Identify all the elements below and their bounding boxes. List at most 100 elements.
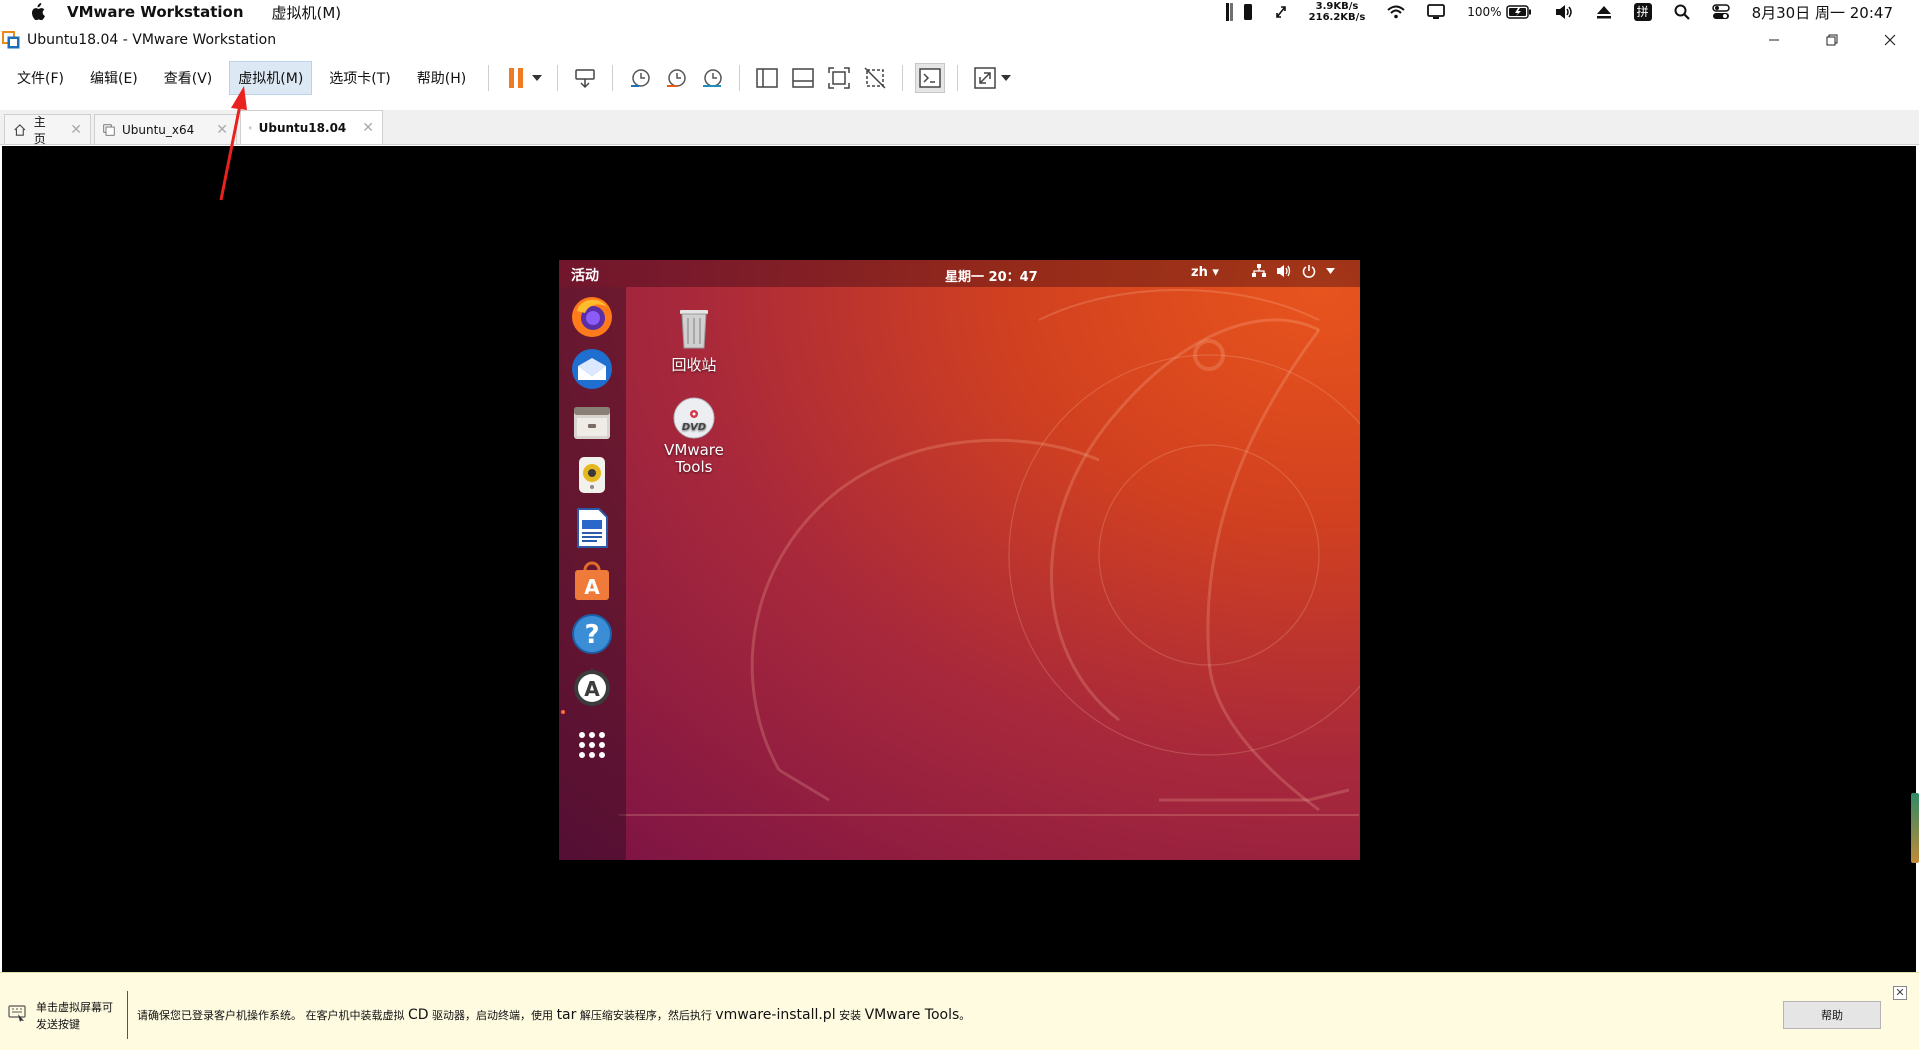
revert-snapshot-button[interactable] [661, 63, 691, 93]
files-icon[interactable] [569, 399, 615, 445]
chevron-down-icon [1001, 75, 1012, 81]
software-updater-icon[interactable]: A [569, 664, 615, 710]
unity-mode-button[interactable] [860, 63, 890, 93]
close-icon [1884, 34, 1896, 46]
help-icon[interactable]: ? [569, 611, 615, 657]
stretch-guest-button[interactable] [970, 63, 1000, 93]
volume-icon[interactable] [1554, 0, 1574, 24]
battery-icon[interactable] [1505, 0, 1532, 24]
tab-close-icon[interactable]: ✕ [70, 122, 82, 138]
show-thumbnail-bar-button[interactable] [788, 63, 818, 93]
close-infobar-icon[interactable]: ✕ [1893, 986, 1907, 1000]
snapshot-manager-button[interactable] [697, 63, 727, 93]
msg-part: 驱动器，启动终端，使用 [428, 1009, 557, 1022]
menu-file[interactable]: 文件(F) [8, 61, 73, 95]
mac-clock[interactable]: 8月30日 周一 20:47 [1752, 0, 1893, 24]
mac-app-name[interactable]: VMware Workstation [67, 3, 244, 21]
msg-part: 安装 [835, 1009, 865, 1022]
mac-status-area: 3.9KB/s 216.2KB/s 100% 拼 8月30日 周一 20:47 [1203, 0, 1893, 24]
expand-arrows-icon[interactable] [1275, 0, 1287, 24]
chevron-down-icon [1326, 268, 1335, 274]
menu-edit[interactable]: 编辑(E) [81, 61, 147, 95]
input-method-label: 拼 [1633, 3, 1652, 21]
app-grid-icon[interactable] [569, 722, 615, 768]
hint-line-1: 单击虚拟屏幕可 [36, 1001, 113, 1014]
send-ctrl-alt-del-button[interactable] [570, 63, 600, 93]
show-library-button[interactable] [752, 63, 782, 93]
toolbar-separator [557, 65, 559, 91]
memory-icon[interactable] [1225, 0, 1235, 24]
display-icon[interactable] [1427, 0, 1446, 24]
vmware-tools-label-1: VMware [664, 441, 724, 459]
restore-button[interactable] [1803, 26, 1861, 54]
svg-text:A: A [584, 677, 600, 701]
input-language-indicator[interactable]: zh ▾ [1191, 265, 1219, 280]
chevron-down-icon [532, 75, 543, 81]
minimize-icon [1769, 39, 1779, 41]
thunderbird-icon[interactable] [569, 346, 615, 392]
close-window-button[interactable] [1861, 26, 1919, 54]
infobar-divider [127, 991, 128, 1039]
net-up-speed: 3.9KB/s [1315, 1, 1359, 12]
stretch-dropdown[interactable] [1001, 75, 1012, 81]
keyboard-click-icon [8, 1005, 26, 1022]
rhythmbox-icon[interactable] [569, 452, 615, 498]
apple-logo-icon[interactable] [27, 3, 47, 21]
click-to-send-keys-hint: 单击虚拟屏幕可 发送按键 [8, 999, 126, 1033]
firefox-icon[interactable] [569, 293, 615, 339]
hint-line-2: 发送按键 [36, 1018, 80, 1031]
tab-home[interactable]: 主页 ✕ [4, 114, 91, 146]
menu-vm[interactable]: 虚拟机(M) [229, 61, 313, 95]
msg-part: 解压缩安装程序，然后执行 [576, 1009, 716, 1022]
software-center-icon[interactable]: A [569, 558, 615, 604]
msg-install-script: vmware-install.pl [715, 1007, 836, 1023]
pause-icon [509, 68, 524, 88]
ubuntu-topbar: 活动 星期一 20：47 zh ▾ [559, 260, 1360, 287]
toolbar-separator [612, 65, 614, 91]
eject-icon[interactable] [1596, 0, 1612, 24]
mac-menu-vm[interactable]: 虚拟机(M) [272, 2, 342, 23]
minimize-button[interactable] [1745, 26, 1803, 54]
console-view-button[interactable] [915, 63, 946, 93]
menu-toolbar: 文件(F) 编辑(E) 查看(V) 虚拟机(M) 选项卡(T) 帮助(H) [0, 57, 1919, 99]
toolbar-separator [488, 65, 490, 91]
msg-vmware-tools: VMware Tools [864, 1007, 960, 1023]
wifi-icon[interactable] [1387, 0, 1405, 24]
spotlight-search-icon[interactable] [1674, 0, 1690, 24]
language-label: zh [1191, 265, 1208, 280]
ubuntu-clock[interactable]: 星期一 20：47 [945, 266, 1038, 285]
tab-label: Ubuntu18.04 [258, 120, 347, 135]
tab-ubuntu-x64[interactable]: Ubuntu_x64 ✕ [94, 114, 237, 144]
menu-view[interactable]: 查看(V) [155, 61, 222, 95]
activities-button[interactable]: 活动 [571, 265, 599, 285]
input-method-icon[interactable]: 拼 [1633, 0, 1652, 24]
ubuntu-desktop[interactable]: 活动 星期一 20：47 zh ▾ A ? A 回收站 DVD VMware T… [559, 260, 1360, 860]
desktop-vmware-tools[interactable]: DVD VMware Tools [656, 396, 732, 476]
system-tray[interactable] [1252, 264, 1335, 278]
control-center-icon[interactable] [1711, 0, 1730, 24]
pause-button[interactable] [501, 63, 531, 93]
desktop-trash[interactable]: 回收站 [659, 304, 729, 375]
vmware-tools-infobar: 单击虚拟屏幕可 发送按键 请确保您已登录客户机操作系统。 在客户机中装载虚拟 C… [0, 972, 1919, 1050]
volume-icon [1277, 265, 1291, 277]
window-controls [1745, 26, 1919, 54]
send-keys-icon [575, 69, 595, 89]
mac-menubar: VMware Workstation 虚拟机(M) 3.9KB/s 216.2K… [0, 0, 1919, 24]
tab-close-icon[interactable]: ✕ [362, 120, 374, 136]
tab-ubuntu18-04[interactable]: Ubuntu18.04 ✕ [240, 110, 383, 144]
power-dropdown[interactable] [532, 75, 543, 81]
menu-help[interactable]: 帮助(H) [408, 61, 475, 95]
vm-scroll-handle[interactable] [1911, 793, 1919, 863]
menu-tabs[interactable]: 选项卡(T) [320, 61, 399, 95]
writer-icon[interactable] [569, 505, 615, 551]
infobar-message: 请确保您已登录客户机操作系统。 在客户机中装载虚拟 CD 驱动器，启动终端，使用… [137, 1007, 970, 1023]
tab-label: Ubuntu_x64 [121, 122, 195, 137]
help-button[interactable]: 帮助 [1783, 1001, 1881, 1029]
phone-icon[interactable] [1243, 0, 1253, 24]
tab-close-icon[interactable]: ✕ [216, 122, 228, 138]
msg-cd: CD [408, 1007, 429, 1023]
revert-snapshot-icon [667, 69, 686, 87]
full-screen-button[interactable] [824, 63, 854, 93]
snapshot-button[interactable] [625, 63, 655, 93]
battery-percent: 100% [1467, 5, 1502, 19]
